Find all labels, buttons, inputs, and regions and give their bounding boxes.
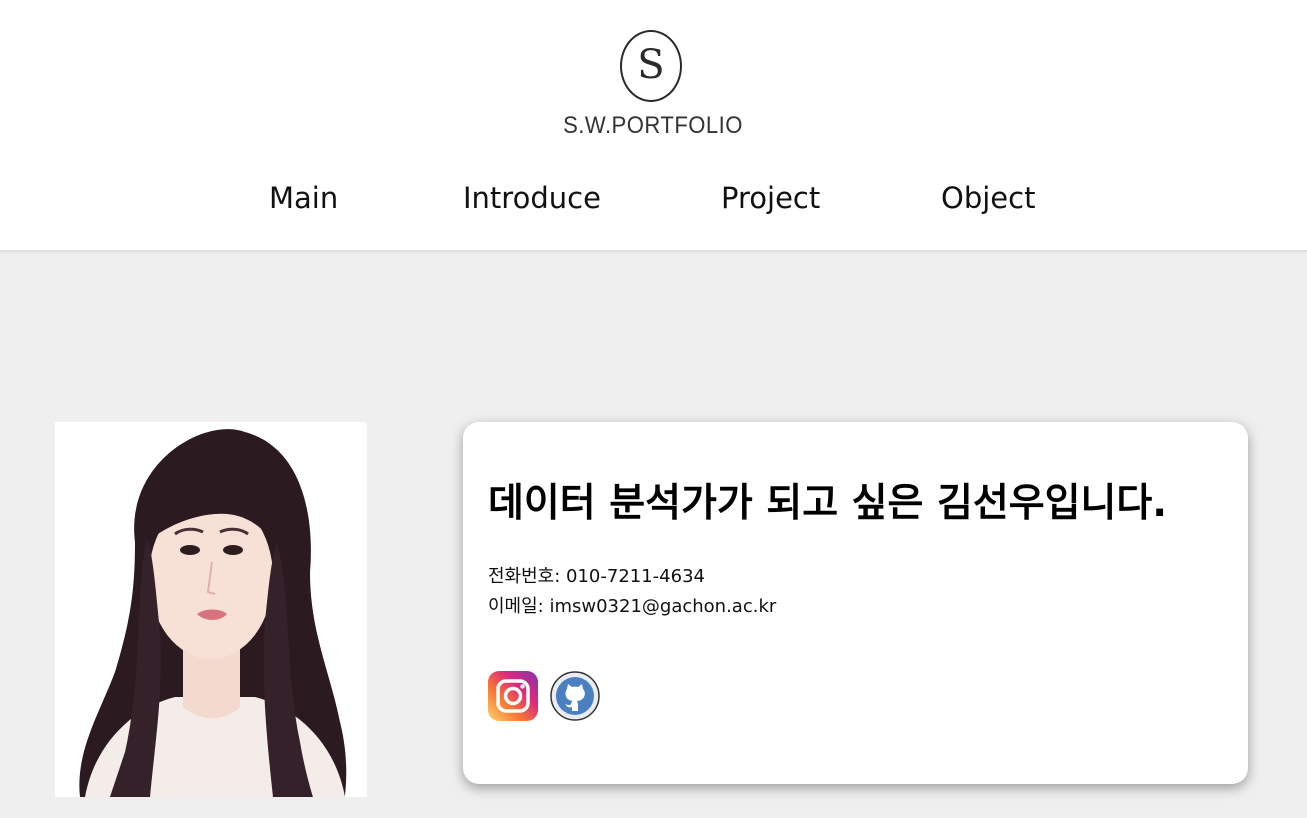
github-icon[interactable] (550, 671, 600, 721)
nav-item-object[interactable]: Object (941, 178, 1035, 218)
nav-item-introduce[interactable]: Introduce (463, 178, 601, 218)
site-header: S S.W.PORTFOLIO Main Introduce Project O… (0, 0, 1307, 252)
profile-card: 데이터 분석가가 되고 싶은 김선우입니다. 전화번호: 010-7211-46… (463, 422, 1248, 784)
logo-letter: S (637, 42, 665, 88)
site-logo[interactable]: S S.W.PORTFOLIO (553, 22, 753, 147)
phone-number: 전화번호: 010-7211-4634 (488, 566, 705, 587)
profile-headline: 데이터 분석가가 되고 싶은 김선우입니다. (488, 481, 1168, 526)
main-nav: Main Introduce Project Object (0, 178, 1307, 222)
profile-photo (55, 422, 367, 797)
nav-item-main[interactable]: Main (269, 178, 338, 218)
logo-circle: S (620, 30, 682, 102)
nav-item-project[interactable]: Project (721, 178, 820, 218)
email-address: 이메일: imsw0321@gachon.ac.kr (488, 596, 777, 617)
instagram-icon[interactable] (488, 671, 538, 721)
logo-text: S.W.PORTFOLIO (563, 112, 743, 139)
